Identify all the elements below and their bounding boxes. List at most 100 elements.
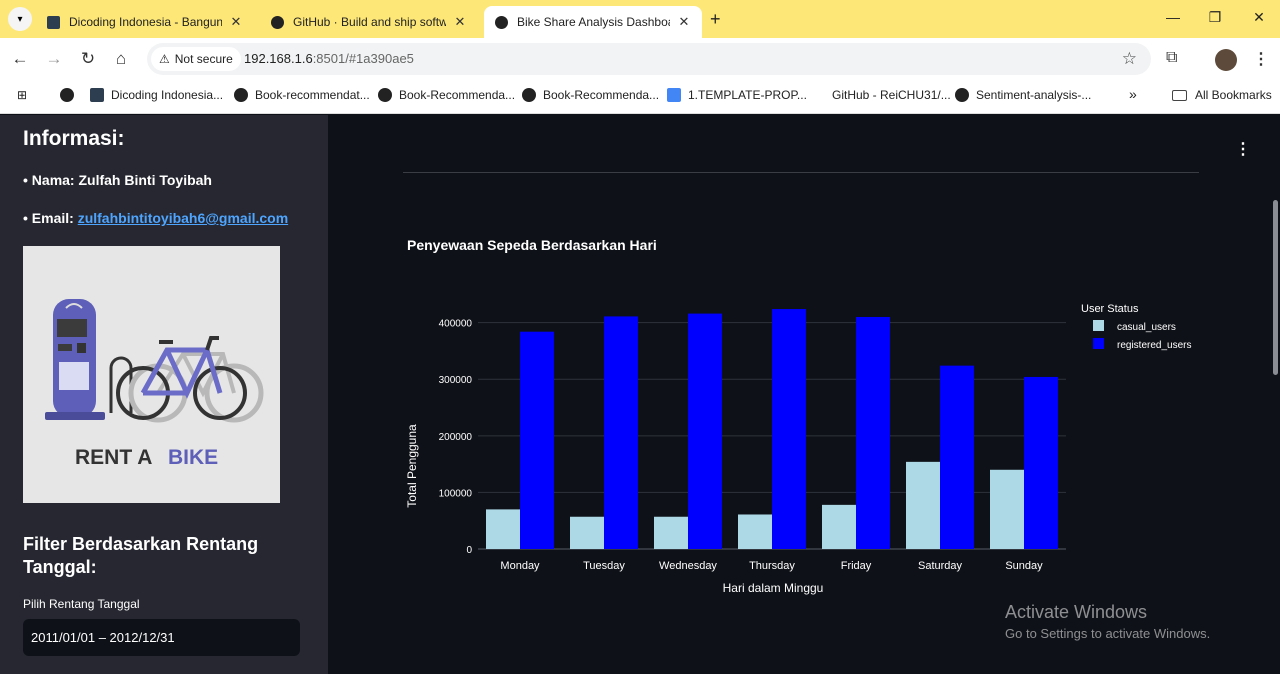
tab-title: Dicoding Indonesia - Bangun K [69, 15, 222, 29]
activate-windows-subtitle: Go to Settings to activate Windows. [1005, 626, 1211, 641]
security-label: Not secure [174, 52, 233, 66]
globe-icon[interactable] [60, 88, 81, 102]
bar-casual_users-thursday[interactable] [738, 514, 772, 549]
bookmark-item[interactable]: Book-Recommenda... [378, 88, 515, 102]
warning-icon: ⚠ [159, 52, 170, 66]
x-tick-label: Thursday [749, 560, 795, 572]
y-tick-label: 0 [466, 545, 472, 556]
bars [486, 309, 1058, 549]
bar-casual_users-tuesday[interactable] [570, 516, 604, 549]
security-chip[interactable]: ⚠ Not secure [151, 47, 241, 71]
browser-menu-icon[interactable]: ⋮ [1253, 49, 1269, 69]
bar-casual_users-saturday[interactable] [906, 461, 940, 549]
bar-casual_users-monday[interactable] [486, 509, 520, 549]
y-tick-label: 400000 [439, 319, 473, 330]
y-tick-label: 300000 [439, 375, 473, 386]
close-tab-icon[interactable]: ✕ [452, 14, 468, 30]
url-path: :8501/#1a390ae5 [312, 51, 414, 66]
bar-registered_users-tuesday[interactable] [604, 316, 638, 549]
bookmark-label: GitHub - ReiCHU31/... [832, 88, 951, 102]
page-scrollbar[interactable] [1273, 200, 1278, 375]
tab-search-button[interactable]: ▾ [8, 7, 32, 31]
bookmark-label: Book-Recommenda... [543, 88, 660, 102]
x-tick-label: Friday [841, 560, 872, 572]
tab-title: GitHub · Build and ship softwa [293, 15, 446, 29]
x-tick-labels: Monday Tuesday Wednesday Thursday Friday Satu… [500, 560, 1043, 572]
bar-registered_users-thursday[interactable] [772, 309, 806, 549]
date-range-input[interactable]: 2011/01/01 – 2012/12/31 [23, 619, 300, 656]
new-tab-button[interactable]: + [710, 9, 721, 30]
browser-tab-bar: ▾ Dicoding Indonesia - Bangun K ✕ GitHub… [0, 0, 1280, 38]
github-icon [270, 15, 284, 29]
bookmark-label: Sentiment-analysis-... [976, 88, 1092, 102]
chevron-down-icon: ▾ [17, 13, 23, 25]
tab-dicoding[interactable]: Dicoding Indonesia - Bangun K ✕ [36, 6, 254, 38]
url-host: 192.168.1.6 [244, 51, 313, 66]
sidebar-title: Informasi: [23, 127, 125, 150]
tab-bike-dashboard[interactable]: Bike Share Analysis Dashboard ✕ [484, 6, 702, 38]
bookmark-label: Dicoding Indonesia... [111, 88, 224, 102]
email-prefix: • Email: [23, 210, 78, 226]
x-tick-label: Wednesday [659, 560, 717, 572]
bookmark-star-icon[interactable]: ☆ [1122, 49, 1137, 69]
streamlit-icon [494, 15, 508, 29]
legend-swatch-casual[interactable] [1093, 320, 1104, 331]
bar-registered_users-monday[interactable] [520, 331, 554, 549]
home-icon: ⌂ [115, 49, 127, 68]
extensions-icon[interactable]: ⧉ [1166, 49, 1177, 67]
email-link[interactable]: zulfahbintitoyibah6@gmail.com [78, 210, 288, 226]
legend-swatch-registered[interactable] [1093, 338, 1104, 349]
bookmark-item[interactable]: Dicoding Indonesia... [90, 88, 223, 102]
all-bookmarks-button[interactable]: All Bookmarks [1172, 88, 1272, 102]
dicoding-icon [46, 15, 60, 29]
tab-title: Bike Share Analysis Dashboard [517, 15, 670, 29]
bookmark-label: Book-Recommenda... [399, 88, 516, 102]
bookmark-item[interactable]: Book-recommendat... [234, 88, 370, 102]
bookmark-item[interactable]: Sentiment-analysis-... [955, 88, 1091, 102]
bar-registered_users-sunday[interactable] [1024, 376, 1058, 549]
reload-button[interactable]: ↻ [78, 49, 98, 69]
y-tick-label: 200000 [439, 432, 473, 443]
restore-button[interactable]: ❐ [1205, 9, 1225, 26]
x-tick-label: Monday [500, 560, 540, 572]
address-bar[interactable]: ⚠ Not secure 192.168.1.6:8501/#1a390ae5 … [147, 43, 1151, 75]
home-button[interactable]: ⌂ [111, 49, 131, 69]
dicoding-icon [90, 88, 104, 102]
bookmark-item[interactable]: GitHub - ReiCHU31/... [832, 88, 951, 102]
more-bookmarks-icon[interactable]: » [1129, 86, 1137, 102]
bar-registered_users-friday[interactable] [856, 316, 890, 549]
legend-label-registered[interactable]: registered_users [1117, 340, 1191, 351]
y-tick-labels: 0 100000 200000 300000 400000 [439, 319, 473, 556]
minimize-button[interactable]: — [1163, 9, 1183, 25]
forward-button[interactable]: → [44, 49, 64, 69]
bar-casual_users-sunday[interactable] [990, 469, 1024, 549]
x-tick-label: Saturday [918, 560, 963, 572]
date-range-label: Pilih Rentang Tanggal [23, 597, 140, 611]
bar-registered_users-saturday[interactable] [940, 365, 974, 549]
github-icon [378, 88, 392, 102]
reload-icon: ↻ [80, 49, 96, 68]
browser-toolbar: ← → ↻ ⌂ ⚠ Not secure 192.168.1.6:8501/#1… [0, 38, 1280, 80]
bar-registered_users-wednesday[interactable] [688, 313, 722, 549]
tab-github[interactable]: GitHub · Build and ship softwa ✕ [260, 6, 478, 38]
close-tab-icon[interactable]: ✕ [228, 14, 244, 30]
x-tick-label: Sunday [1005, 560, 1043, 572]
github-icon [955, 88, 969, 102]
globe-icon-shape [60, 88, 74, 102]
bookmark-item[interactable]: Book-Recommenda... [522, 88, 659, 102]
apps-grid-icon[interactable]: ⊞ [17, 88, 27, 102]
bar-casual_users-wednesday[interactable] [654, 516, 688, 549]
bookmark-item[interactable]: 1.TEMPLATE-PROP... [667, 88, 807, 102]
url-text[interactable]: 192.168.1.6:8501/#1a390ae5 [244, 51, 414, 66]
rent-a-bike-image: RENT A BIKE [23, 246, 280, 503]
bar-casual_users-friday[interactable] [822, 504, 856, 549]
legend: User Status casual_users registered_user… [1081, 303, 1191, 351]
y-tick-label: 100000 [439, 488, 473, 499]
y-axis-label: Total Pengguna [405, 424, 419, 508]
legend-label-casual[interactable]: casual_users [1117, 322, 1176, 333]
close-tab-icon[interactable]: ✕ [676, 14, 692, 30]
close-window-button[interactable]: ✕ [1249, 9, 1269, 26]
bike-text: BIKE [168, 446, 218, 469]
profile-avatar[interactable] [1215, 49, 1237, 71]
back-button[interactable]: ← [10, 49, 30, 69]
